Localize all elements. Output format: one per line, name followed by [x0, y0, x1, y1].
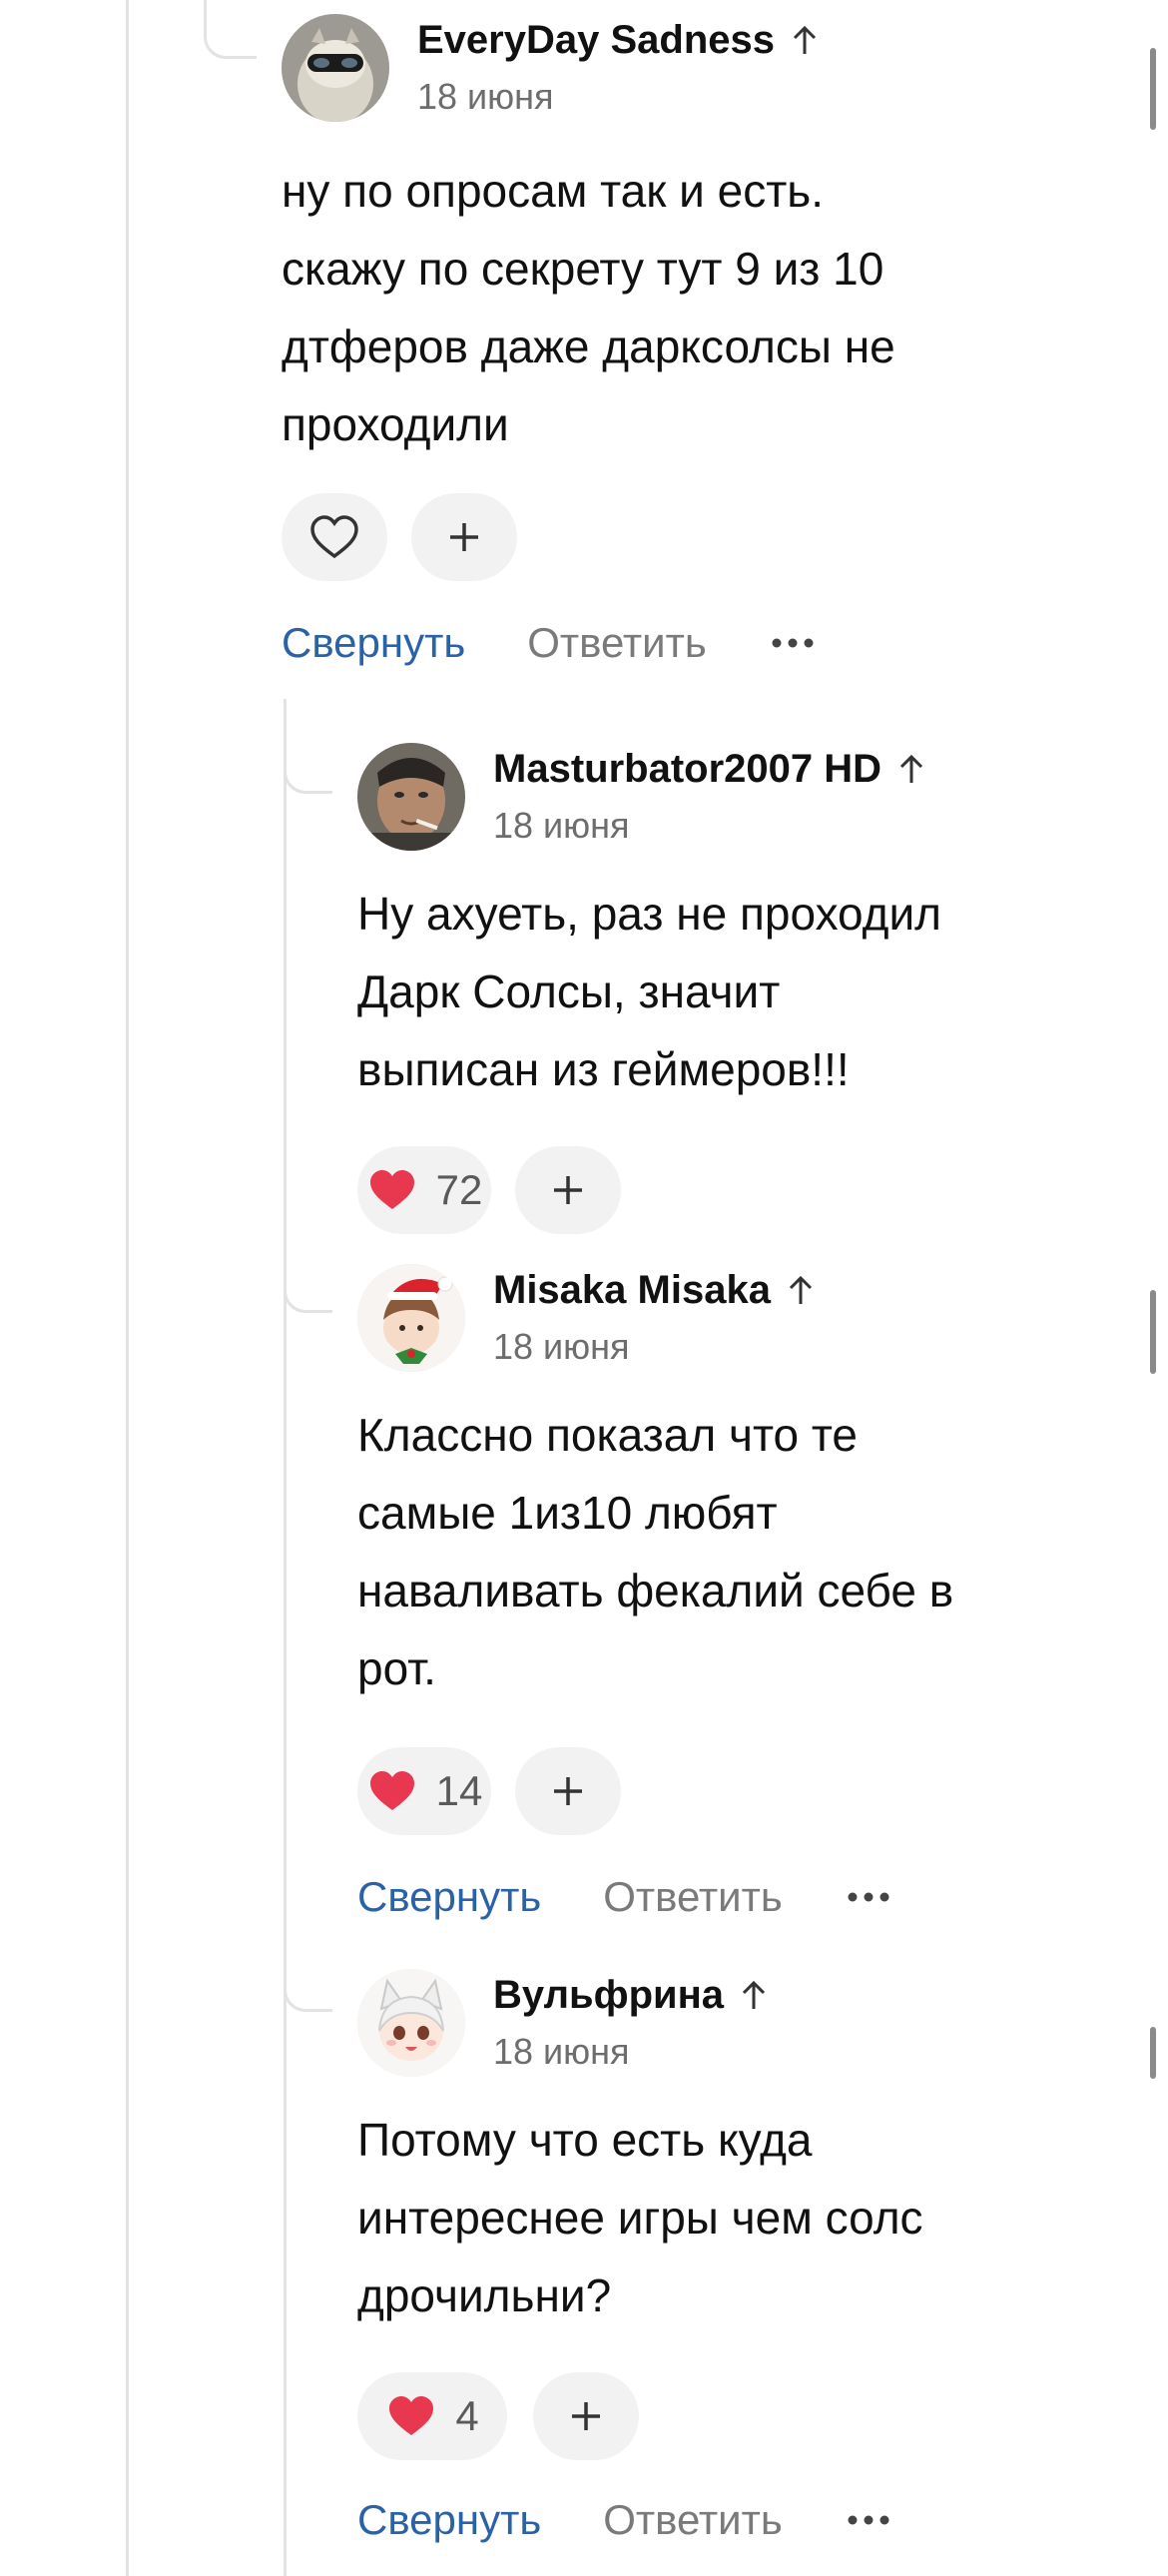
like-button[interactable]: 14: [357, 1747, 491, 1835]
scroll-indicator[interactable]: [1150, 1290, 1156, 1374]
comment-text: ну по опросам так и есть. скажу по секре…: [282, 165, 895, 450]
heart-filled-icon: [389, 2396, 434, 2435]
arrow-up-icon[interactable]: [740, 1979, 768, 2013]
plus-icon: [554, 1777, 582, 1805]
collapse-button[interactable]: Свернуть: [357, 2496, 541, 2544]
comment-author[interactable]: Вульфрина: [493, 1973, 768, 2018]
scroll-indicator[interactable]: [1150, 2027, 1156, 2079]
comment: Masturbator2007 HD 18 июня Ну ахуеть, ра…: [357, 743, 1136, 1242]
more-icon[interactable]: [847, 2510, 890, 2530]
comment-author[interactable]: Misaka Misaka: [493, 1268, 815, 1313]
like-button[interactable]: 4: [357, 2372, 507, 2460]
comment-actions: Свернуть Ответить: [357, 2496, 890, 2544]
add-reaction-button[interactable]: [515, 1747, 621, 1835]
reply-button[interactable]: Ответить: [527, 619, 707, 667]
like-count: 14: [435, 1767, 483, 1814]
comment-actions: Свернуть Ответить: [357, 1873, 890, 1921]
comment-actions: Свернуть Ответить: [282, 619, 815, 667]
scroll-indicator[interactable]: [1150, 48, 1156, 130]
add-reaction-button[interactable]: [411, 493, 517, 581]
more-icon[interactable]: [771, 633, 815, 653]
arrow-up-icon[interactable]: [787, 1274, 815, 1308]
comment: EveryDay Sadness 18 июня ну по опросам т…: [282, 14, 1140, 693]
heart-outline-icon: [310, 515, 358, 559]
arrow-up-icon[interactable]: [897, 753, 925, 787]
heart-filled-icon: [369, 1771, 414, 1810]
reply-button[interactable]: Ответить: [603, 1873, 783, 1921]
comment: Вульфрина 18 июня Потому что есть куда и…: [357, 1969, 1136, 2568]
thread-line-inner: [284, 699, 287, 2576]
like-button[interactable]: 72: [357, 1146, 491, 1234]
anime-santa-avatar[interactable]: [357, 1264, 465, 1372]
add-reaction-button[interactable]: [533, 2372, 639, 2460]
heart-filled-icon: [369, 1170, 414, 1209]
more-icon[interactable]: [847, 1887, 890, 1907]
comment-text: Ну ахуеть, раз не проходил Дарк Солсы, з…: [357, 888, 941, 1095]
comment-author[interactable]: EveryDay Sadness: [417, 18, 819, 63]
thread-branch: [204, 0, 257, 59]
plus-icon: [450, 523, 478, 551]
masked-cat-avatar[interactable]: [282, 14, 389, 122]
comment-date: 18 июня: [493, 2031, 630, 2072]
like-button[interactable]: [282, 493, 387, 581]
reply-button[interactable]: Ответить: [603, 2496, 783, 2544]
comment-date: 18 июня: [493, 1326, 630, 1367]
add-reaction-button[interactable]: [515, 1146, 621, 1234]
thread-branch: [284, 739, 332, 794]
thread-branch: [284, 1957, 332, 2012]
thread-branch: [284, 1258, 332, 1313]
anime-wolf-girl-avatar[interactable]: [357, 1969, 465, 2077]
like-count: 72: [435, 1166, 483, 1213]
comment: Misaka Misaka 18 июня Классно показал чт…: [357, 1264, 1136, 1923]
thread-line-outer: [126, 0, 129, 2576]
like-count: 4: [455, 2392, 479, 2439]
plus-icon: [554, 1176, 582, 1204]
comment-text: Потому что есть куда интереснее игры чем…: [357, 2114, 923, 2321]
man-smoking-avatar[interactable]: [357, 743, 465, 851]
comment-text: Классно показал что те самые 1из10 любят…: [357, 1409, 954, 1694]
plus-icon: [572, 2402, 600, 2430]
collapse-button[interactable]: Свернуть: [282, 619, 465, 667]
arrow-up-icon[interactable]: [791, 24, 819, 58]
comment-date: 18 июня: [493, 805, 630, 846]
comment-author[interactable]: Masturbator2007 HD: [493, 747, 925, 792]
collapse-button[interactable]: Свернуть: [357, 1873, 541, 1921]
comment-date: 18 июня: [417, 76, 554, 117]
